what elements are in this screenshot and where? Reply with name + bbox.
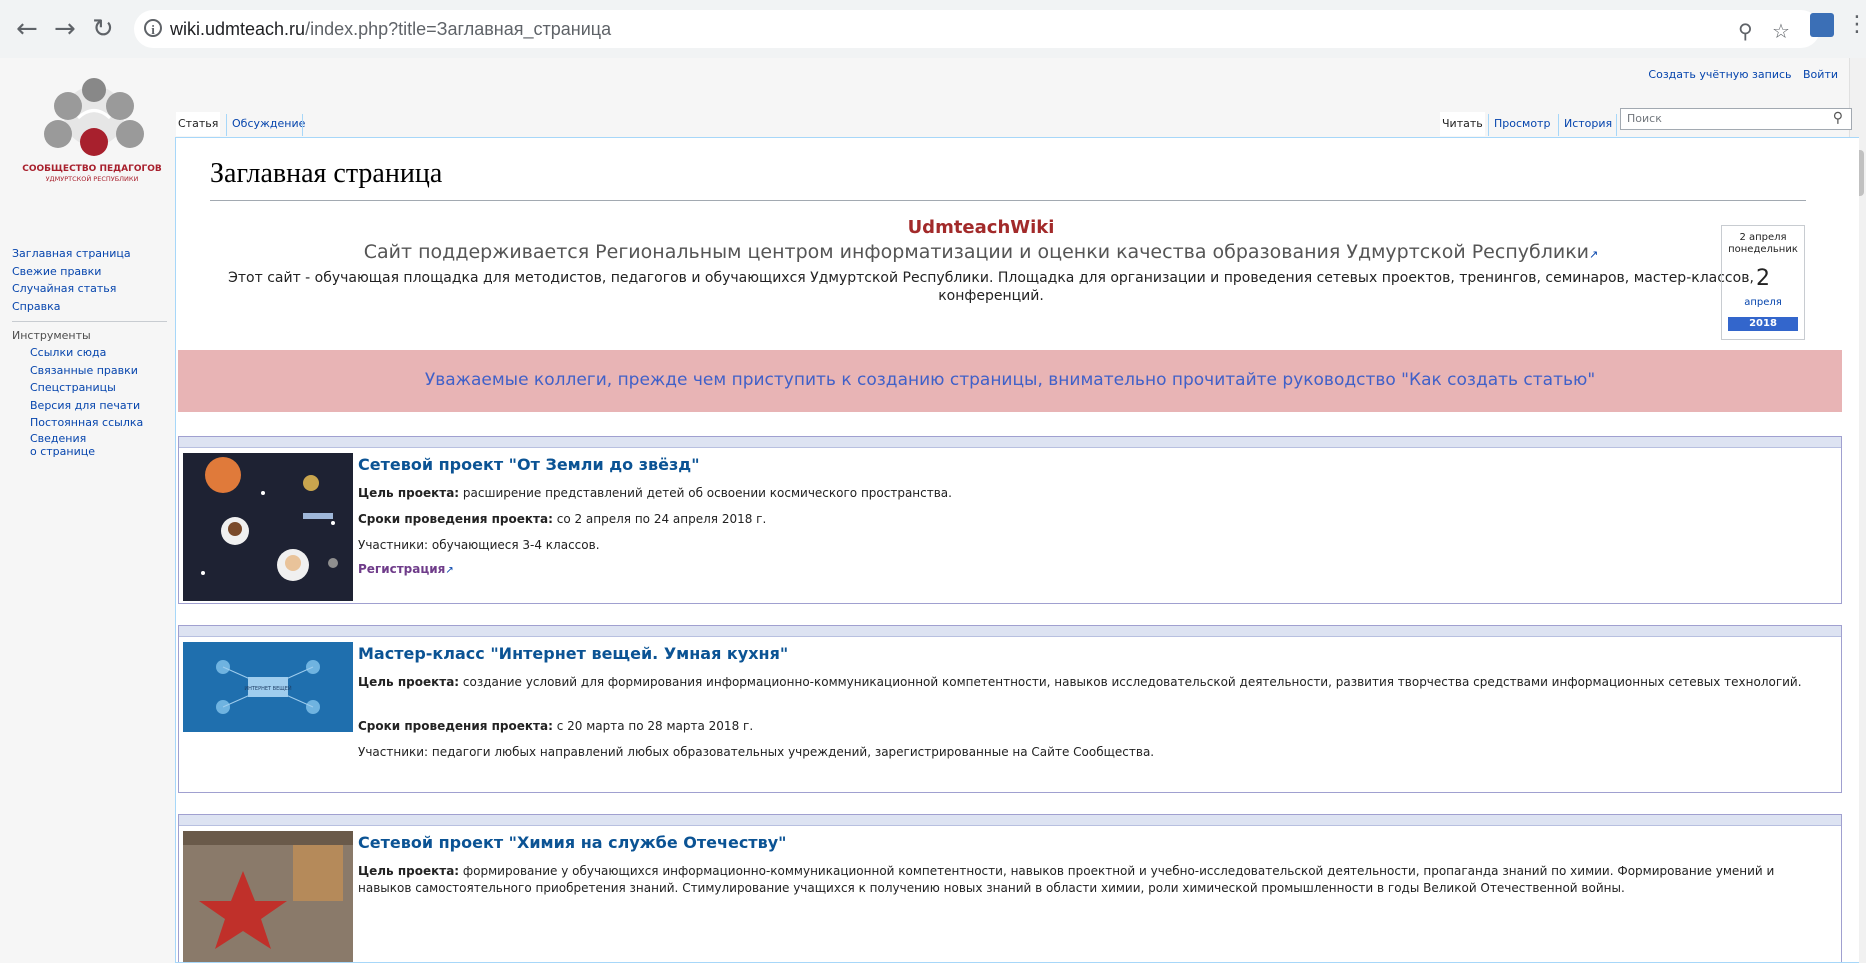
dates-label: Сроки проведения проекта: — [358, 719, 553, 733]
sidebar-item-help[interactable]: Справка — [12, 298, 170, 316]
card-header-bar — [179, 815, 1841, 826]
info-icon[interactable]: i — [144, 19, 162, 37]
notice-banner: Уважаемые коллеги, прежде чем приступить… — [178, 350, 1842, 412]
tab-divider — [302, 114, 303, 136]
calendar-month[interactable]: апреля — [1722, 297, 1804, 308]
iot-project-image[interactable]: ИНТЕРНЕТ ВЕЩЕЙ — [183, 642, 353, 732]
external-link-icon: ↗ — [445, 565, 454, 576]
search-icon[interactable]: ⚲ — [1833, 110, 1843, 126]
zoom-icon[interactable]: ⚲ — [1738, 19, 1753, 43]
goal-text: создание условий для формирования информ… — [459, 675, 1802, 689]
tab-divider — [1558, 114, 1559, 136]
site-brand: UdmteachWiki — [907, 217, 1055, 238]
tab-view-source[interactable]: Просмотр — [1492, 112, 1552, 136]
sidebar-tools-heading: Инструменты — [12, 321, 167, 344]
goal-label: Цель проекта: — [358, 864, 460, 878]
sidebar-item-page-info-2[interactable]: о странице — [30, 445, 170, 458]
dates-label: Сроки проведения проекта: — [358, 512, 553, 526]
card-header-bar — [179, 437, 1841, 448]
site-tagline: Сайт поддерживается Региональным центром… — [176, 241, 1786, 263]
project-card: ИНТЕРНЕТ ВЕЩЕЙ Мастер-класс "Интернет ве… — [178, 625, 1842, 793]
goal-text: формирование у обучающихся информационно… — [358, 864, 1775, 895]
sidebar-item-printable[interactable]: Версия для печати — [30, 397, 170, 415]
title-divider — [210, 200, 1806, 201]
forward-arrow-icon[interactable]: → — [54, 14, 76, 44]
logo-title: СООБЩЕСТВО ПЕДАГОГОВ — [22, 164, 162, 174]
tagline-link[interactable]: Сайт поддерживается Региональным центром… — [364, 241, 1589, 263]
site-description: Этот сайт - обучающая площадка для метод… — [196, 269, 1786, 305]
sidebar-item-page-info[interactable]: Сведения — [30, 432, 170, 445]
personal-tools: Создать учётную запись Войти — [1640, 68, 1838, 81]
goal-label: Цель проекта: — [358, 486, 460, 500]
login-link[interactable]: Войти — [1803, 68, 1838, 81]
registration-link[interactable]: Регистрация↗ — [358, 562, 454, 576]
tab-history[interactable]: История — [1562, 112, 1614, 136]
goal-text: расширение представлений детей об освоен… — [459, 486, 952, 500]
extension-icon[interactable] — [1810, 13, 1834, 37]
tab-divider — [226, 114, 227, 136]
project-card: Сетевой проект "От Земли до звёзд" Цель … — [178, 436, 1842, 604]
sidebar: Заглавная страница Свежие правки Случайн… — [0, 245, 170, 458]
card-goal: Цель проекта: формирование у обучающихся… — [358, 863, 1818, 897]
card-title[interactable]: Сетевой проект "Химия на службе Отечеств… — [358, 833, 786, 852]
space-project-image[interactable] — [183, 453, 353, 601]
card-dates: Сроки проведения проекта: со 2 апреля по… — [358, 511, 1818, 528]
browser-toolbar: ← → ↻ i wiki.udmteach.ru/index.php?title… — [0, 0, 1866, 59]
tab-divider — [1488, 114, 1489, 136]
tab-article[interactable]: Статья — [176, 112, 221, 136]
chemistry-project-image[interactable] — [183, 831, 353, 963]
external-link-icon: ↗ — [1589, 248, 1599, 261]
project-card: Сетевой проект "Химия на службе Отечеств… — [178, 814, 1842, 963]
card-participants: Участники: педагоги любых направлений лю… — [358, 745, 1155, 759]
main-content: Заглавная страница UdmteachWiki Сайт под… — [175, 137, 1859, 963]
bookmark-star-icon[interactable]: ☆ — [1772, 19, 1790, 43]
tab-divider — [1616, 114, 1617, 136]
calendar-date: 2 апреля — [1739, 232, 1787, 243]
url-path: /index.php?title=Заглавная_страница — [305, 19, 612, 39]
card-registration: Регистрация↗ — [358, 561, 1818, 579]
iot-image-label: ИНТЕРНЕТ ВЕЩЕЙ — [244, 685, 292, 692]
dates-text: с 20 марта по 28 марта 2018 г. — [552, 719, 754, 733]
sidebar-item-recent-changes[interactable]: Свежие правки — [12, 263, 170, 281]
address-bar[interactable]: i wiki.udmteach.ru/index.php?title=Загла… — [134, 10, 1820, 48]
description-text-2: конференций. — [938, 288, 1044, 304]
calendar-widget: 2 апреля понедельник 2 апреля 2018 — [1721, 225, 1805, 340]
calendar-weekday: понедельник — [1728, 244, 1798, 255]
dates-text: со 2 апреля по 24 апреля 2018 г. — [552, 512, 767, 526]
create-account-link[interactable]: Создать учётную запись — [1648, 68, 1791, 81]
card-title[interactable]: Сетевой проект "От Земли до звёзд" — [358, 455, 700, 474]
card-participants: Участники: обучающиеся 3-4 классов. — [358, 538, 600, 552]
registration-label: Регистрация — [358, 562, 446, 576]
card-dates: Сроки проведения проекта: с 20 марта по … — [358, 718, 1818, 735]
calendar-day: 2 — [1756, 266, 1770, 291]
card-title[interactable]: Мастер-класс "Интернет вещей. Умная кухн… — [358, 644, 788, 663]
url-domain: wiki.udmteach.ru — [170, 19, 306, 39]
sidebar-item-related-changes[interactable]: Связанные правки — [30, 362, 170, 380]
menu-dots-icon[interactable]: ⋮ — [1846, 12, 1866, 37]
calendar-year[interactable]: 2018 — [1728, 317, 1798, 331]
sidebar-item-main-page[interactable]: Заглавная страница — [12, 245, 170, 263]
sidebar-item-random-article[interactable]: Случайная статья — [12, 280, 170, 298]
card-goal: Цель проекта: создание условий для форми… — [358, 674, 1818, 691]
notice-banner-link[interactable]: Уважаемые коллеги, прежде чем приступить… — [178, 370, 1842, 390]
sidebar-item-what-links-here[interactable]: Ссылки сюда — [30, 344, 170, 362]
sidebar-item-special-pages[interactable]: Спецстраницы — [30, 379, 170, 397]
goal-label: Цель проекта: — [358, 675, 460, 689]
reload-icon[interactable]: ↻ — [92, 14, 114, 44]
card-header-bar — [179, 626, 1841, 637]
page-title: Заглавная страница — [210, 158, 443, 189]
url-text: wiki.udmteach.ru/index.php?title=Заглавн… — [170, 19, 611, 40]
back-arrow-icon[interactable]: ← — [16, 14, 38, 44]
tab-discussion[interactable]: Обсуждение — [230, 112, 307, 136]
description-text: Этот сайт - обучающая площадка для метод… — [228, 270, 1754, 286]
search-input[interactable]: Поиск ⚲ — [1620, 108, 1852, 130]
logo-subtitle: УДМУРТСКОЙ РЕСПУБЛИКИ — [45, 175, 139, 183]
search-placeholder: Поиск — [1627, 112, 1662, 125]
sidebar-item-permalink[interactable]: Постоянная ссылка — [30, 414, 170, 432]
card-goal: Цель проекта: расширение представлений д… — [358, 485, 1818, 502]
tab-read[interactable]: Читать — [1440, 112, 1485, 136]
